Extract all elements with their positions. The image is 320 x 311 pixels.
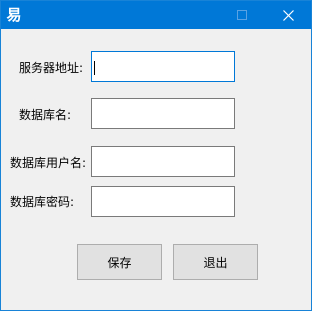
- maximize-button[interactable]: [219, 1, 265, 29]
- close-icon: [282, 9, 294, 21]
- exit-button[interactable]: 退出: [173, 244, 258, 280]
- minimize-icon: [191, 14, 201, 16]
- server-address-label: 服务器地址:: [19, 61, 84, 75]
- database-user-label: 数据库用户名:: [10, 156, 87, 170]
- minimize-button[interactable]: [173, 1, 219, 29]
- save-button[interactable]: 保存: [77, 244, 162, 280]
- database-name-input[interactable]: [91, 98, 235, 129]
- maximize-icon: [237, 10, 247, 20]
- server-address-input[interactable]: [91, 51, 235, 82]
- text-caret: [94, 61, 95, 75]
- app-icon: 易: [6, 6, 22, 24]
- close-button[interactable]: [265, 1, 311, 29]
- database-password-input[interactable]: [91, 186, 235, 217]
- database-password-label: 数据库密码:: [10, 195, 75, 209]
- database-name-label: 数据库名:: [19, 108, 72, 122]
- title-bar[interactable]: 易: [1, 1, 311, 29]
- database-user-input[interactable]: [91, 146, 235, 177]
- login-config-window: 易 服务器地址: 数据库名: 数据库用户名: 数据库密码: 保存 退出: [0, 0, 312, 311]
